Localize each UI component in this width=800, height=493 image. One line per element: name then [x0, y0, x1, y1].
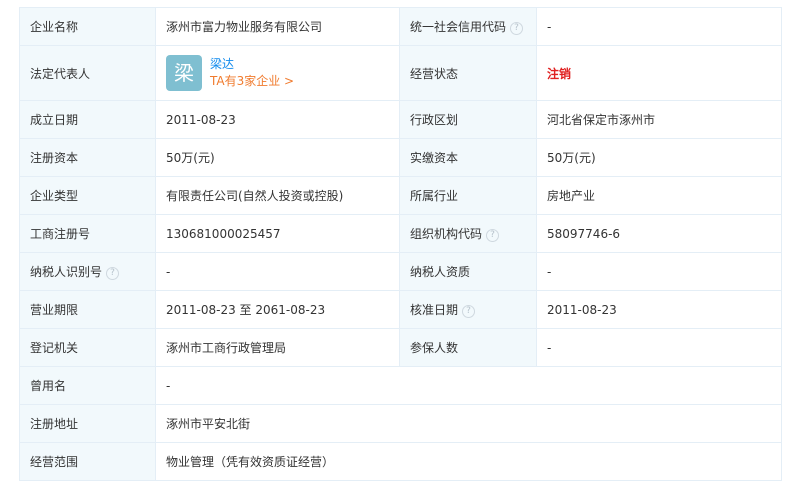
value-former-name: -: [155, 366, 782, 405]
legal-rep-block: 梁 梁达 TA有3家企业 >: [166, 55, 399, 91]
label-company-name: 企业名称: [19, 7, 156, 46]
label-business-term: 营业期限: [19, 290, 156, 329]
value-registered-capital: 50万(元): [155, 138, 400, 177]
row-authority: 登记机关 涿州市工商行政管理局 参保人数 -: [19, 328, 782, 367]
value-authority: 涿州市工商行政管理局: [155, 328, 400, 367]
label-credit-code: 统一社会信用代码: [410, 20, 507, 34]
value-registration-number: 130681000025457: [155, 214, 400, 253]
status-badge: 注销: [547, 66, 572, 81]
label-insured-count: 参保人数: [399, 328, 537, 367]
value-region: 河北省保定市涿州市: [536, 100, 782, 139]
value-established: 2011-08-23: [155, 100, 400, 139]
company-info-panel: 企业名称 涿州市富力物业服务有限公司 统一社会信用代码? - 法定代表人 梁 梁…: [19, 7, 782, 481]
row-former-name: 曾用名 -: [19, 366, 782, 405]
label-region: 行政区划: [399, 100, 537, 139]
value-taxpayer-qualification: -: [536, 252, 782, 291]
value-company-name: 涿州市富力物业服务有限公司: [155, 7, 400, 46]
value-approval-date: 2011-08-23: [536, 290, 782, 329]
help-icon[interactable]: ?: [510, 22, 524, 35]
related-companies-link[interactable]: TA有3家企业 >: [210, 73, 294, 90]
value-company-type: 有限责任公司(自然人投资或控股): [155, 176, 400, 215]
value-address: 涿州市平安北街: [155, 404, 782, 443]
label-authority: 登记机关: [19, 328, 156, 367]
help-icon[interactable]: ?: [462, 305, 476, 318]
row-capital: 注册资本 50万(元) 实缴资本 50万(元): [19, 138, 782, 177]
row-address: 注册地址 涿州市平安北街: [19, 404, 782, 443]
row-business-term: 营业期限 2011-08-23 至 2061-08-23 核准日期? 2011-…: [19, 290, 782, 329]
label-established: 成立日期: [19, 100, 156, 139]
value-insured-count: -: [536, 328, 782, 367]
label-approval-date-cell: 核准日期?: [399, 290, 537, 329]
avatar[interactable]: 梁: [166, 55, 202, 91]
label-former-name: 曾用名: [19, 366, 156, 405]
value-status-cell: 注销: [536, 45, 782, 101]
value-taxpayer-id: -: [155, 252, 400, 291]
row-taxpayer: 纳税人识别号? - 纳税人资质 -: [19, 252, 782, 291]
row-company-type: 企业类型 有限责任公司(自然人投资或控股) 所属行业 房地产业: [19, 176, 782, 215]
row-company-name: 企业名称 涿州市富力物业服务有限公司 统一社会信用代码? -: [19, 7, 782, 46]
value-paid-capital: 50万(元): [536, 138, 782, 177]
label-legal-rep: 法定代表人: [19, 45, 156, 101]
row-established: 成立日期 2011-08-23 行政区划 河北省保定市涿州市: [19, 100, 782, 139]
label-paid-capital: 实缴资本: [399, 138, 537, 177]
label-status: 经营状态: [399, 45, 537, 101]
value-credit-code: -: [536, 7, 782, 46]
row-business-scope: 经营范围 物业管理（凭有效资质证经营）: [19, 442, 782, 481]
help-icon[interactable]: ?: [486, 229, 500, 242]
label-org-code-cell: 组织机构代码?: [399, 214, 537, 253]
label-taxpayer-qualification: 纳税人资质: [399, 252, 537, 291]
help-icon[interactable]: ?: [106, 267, 120, 280]
label-credit-code-cell: 统一社会信用代码?: [399, 7, 537, 46]
company-info-table: 企业名称 涿州市富力物业服务有限公司 统一社会信用代码? - 法定代表人 梁 梁…: [19, 7, 782, 481]
row-registration-number: 工商注册号 130681000025457 组织机构代码? 58097746-6: [19, 214, 782, 253]
label-company-type: 企业类型: [19, 176, 156, 215]
legal-rep-name-link[interactable]: 梁达: [210, 56, 294, 73]
label-registration-number: 工商注册号: [19, 214, 156, 253]
value-business-scope: 物业管理（凭有效资质证经营）: [155, 442, 782, 481]
label-registered-capital: 注册资本: [19, 138, 156, 177]
label-org-code: 组织机构代码: [410, 227, 483, 241]
label-address: 注册地址: [19, 404, 156, 443]
label-industry: 所属行业: [399, 176, 537, 215]
value-business-term: 2011-08-23 至 2061-08-23: [155, 290, 400, 329]
row-legal-rep: 法定代表人 梁 梁达 TA有3家企业 > 经营状态 注销: [19, 45, 782, 101]
label-approval-date: 核准日期: [410, 303, 459, 317]
legal-rep-text: 梁达 TA有3家企业 >: [210, 56, 294, 90]
label-taxpayer-id: 纳税人识别号: [30, 265, 103, 279]
value-org-code: 58097746-6: [536, 214, 782, 253]
value-industry: 房地产业: [536, 176, 782, 215]
label-taxpayer-id-cell: 纳税人识别号?: [19, 252, 156, 291]
value-legal-rep: 梁 梁达 TA有3家企业 >: [155, 45, 400, 101]
label-business-scope: 经营范围: [19, 442, 156, 481]
